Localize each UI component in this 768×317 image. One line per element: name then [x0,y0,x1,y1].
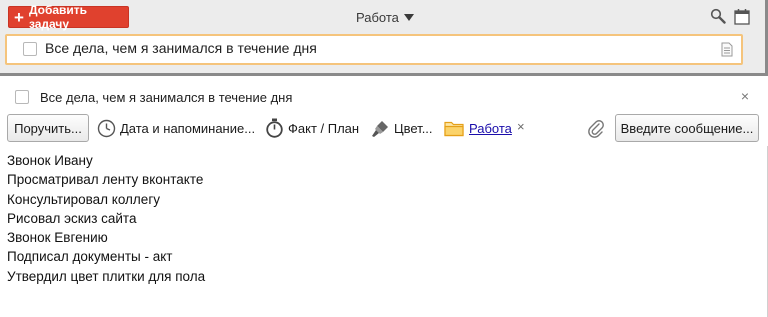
task-list-toolbar: + Добавить задачу Работа [0,0,765,33]
clock-icon [97,119,116,137]
note-line: Просматривал ленту вконтакте [7,172,204,188]
search-icon[interactable] [710,8,726,25]
fact-plan-label: Факт / План [288,120,360,136]
date-reminder-button[interactable]: Дата и напоминание... [97,117,255,139]
plus-icon: + [14,7,24,27]
detail-task-title[interactable]: Все дела, чем я занимался в течение дня [40,90,292,105]
folder-link[interactable]: Работа [469,121,512,136]
color-label: Цвет... [394,120,433,136]
note-icon [721,42,733,57]
folder-icon [444,121,464,136]
chevron-down-icon [403,13,414,21]
folder-button[interactable]: Работа [444,117,512,139]
remove-folder-icon[interactable]: × [517,119,525,134]
note-line: Рисовал эскиз сайта [7,210,137,226]
task-detail-header: Все дела, чем я занимался в течение дня … [0,80,768,112]
list-selector-dropdown[interactable]: Работа [356,8,414,26]
calendar-icon[interactable] [734,8,750,25]
add-task-button[interactable]: + Добавить задачу [8,3,129,31]
task-checkbox[interactable] [23,42,37,56]
task-row-selected[interactable]: Все дела, чем я занимался в течение дня [5,34,743,65]
note-line: Подписал документы - акт [7,249,173,265]
date-reminder-label: Дата и напоминание... [120,120,256,136]
note-line: Звонок Ивану [7,153,93,168]
task-title: Все дела, чем я занимался в течение дня [45,40,317,56]
stopwatch-icon [266,118,283,138]
add-task-label: Добавить задачу [28,3,88,31]
fact-plan-button[interactable]: Факт / План [265,117,359,139]
detail-checkbox[interactable] [15,90,29,104]
task-properties-bar: Поручить... Дата и напоминание... Факт /… [0,112,768,146]
list-selector-label: Работа [356,9,399,25]
paint-brush-icon [372,120,388,137]
paperclip-icon[interactable] [588,119,604,139]
assign-button[interactable]: Поручить... [7,114,89,142]
note-line: Звонок Евгению [7,230,108,246]
note-line: Утвердил цвет плитки для пола [7,268,206,284]
color-button[interactable]: Цвет... [371,117,433,139]
task-list-pane: + Добавить задачу Работа Все дела, чем я… [0,0,768,76]
task-notes-area[interactable]: Звонок Ивану Просматривал ленту вконтакт… [0,146,768,317]
message-button[interactable]: Введите сообщение... [615,114,759,142]
close-icon[interactable]: × [741,88,749,104]
note-line: Консультировал коллегу [7,191,160,207]
